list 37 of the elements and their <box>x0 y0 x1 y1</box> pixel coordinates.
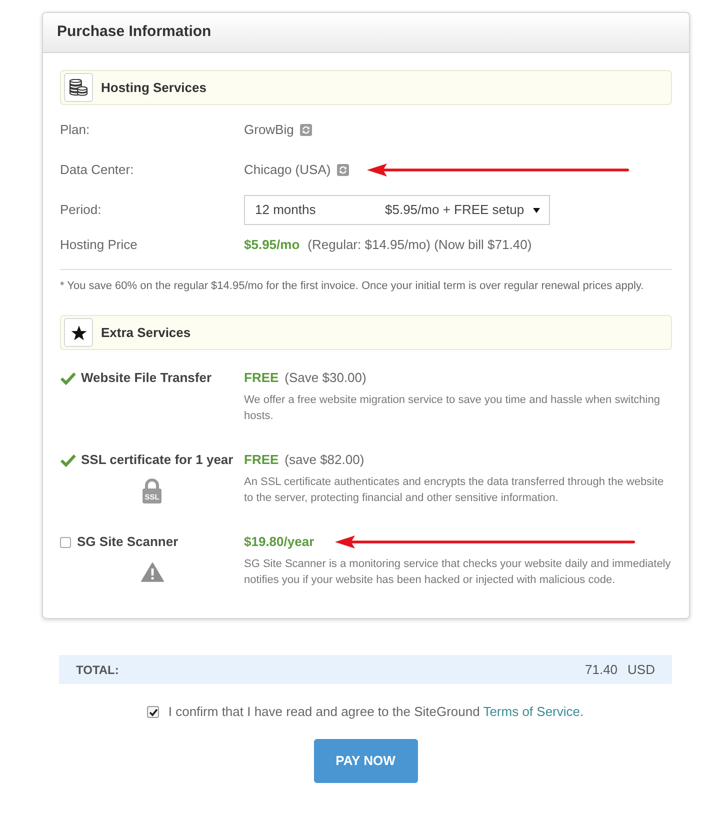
terms-link[interactable]: Terms of Service <box>483 704 580 720</box>
section-title: Hosting Services <box>101 78 206 97</box>
addon-checkbox[interactable] <box>60 536 71 548</box>
service-price: FREE <box>244 451 279 470</box>
coins-icon <box>64 73 93 102</box>
service-description: SG Site Scanner is a monitoring service that checks your website daily and immediately notifies you if your website has been hacked or injected with malicious code. <box>244 557 672 588</box>
savings-text: (Save $30.00) <box>284 369 366 388</box>
caret-icon <box>533 208 540 212</box>
service-name: SSL certificate for 1 year <box>81 451 234 470</box>
pay-now-button[interactable]: PAY NOW <box>314 739 418 783</box>
service-description: An SSL certificate authenticates and encrypts the data transferred through the website to the server, protecting financial and other sensitive information. <box>244 475 665 506</box>
savings-note: * You save 60% on the regular $14.95/mo for the first invoice. Once your initial term is over regular renewal prices apply. <box>60 279 645 293</box>
price-text: $5.95/mo <box>244 236 300 254</box>
total-label: TOTAL: <box>76 662 119 678</box>
service-price: FREE <box>244 369 279 388</box>
field-label: Period: <box>60 201 102 220</box>
refresh-icon[interactable] <box>300 124 312 136</box>
service-price: $19.80/year <box>244 533 314 552</box>
service-name: Website File Transfer <box>81 369 212 388</box>
total-amount: 71.40 <box>585 660 618 679</box>
field-value: GrowBig <box>244 121 294 140</box>
agree-checkbox[interactable] <box>147 706 160 718</box>
agreement-text: I confirm that I have read and agree to the SiteGround Terms of Service. <box>168 703 584 722</box>
price-details: (Regular: $14.95/mo) (Now bill $71.40) <box>308 236 532 254</box>
section-title: Extra Services <box>101 324 191 342</box>
field-value: Chicago (USA) <box>244 161 331 180</box>
warning-icon <box>140 562 164 582</box>
currency-label: USD <box>628 660 655 679</box>
service-name: SG Site Scanner <box>77 533 178 552</box>
field-label: Data Center: <box>60 161 134 180</box>
card-title: Purchase Information <box>57 22 212 42</box>
savings-text: (save $82.00) <box>284 451 364 470</box>
service-description: We offer a free website migration service to save you time and hassle when switching hosts. <box>244 393 661 424</box>
field-label: Hosting Price <box>60 236 138 254</box>
period-select[interactable]: 12 months $5.95/mo + FREE setup <box>244 195 550 225</box>
refresh-icon[interactable] <box>336 164 349 176</box>
field-label: Plan: <box>60 121 90 140</box>
